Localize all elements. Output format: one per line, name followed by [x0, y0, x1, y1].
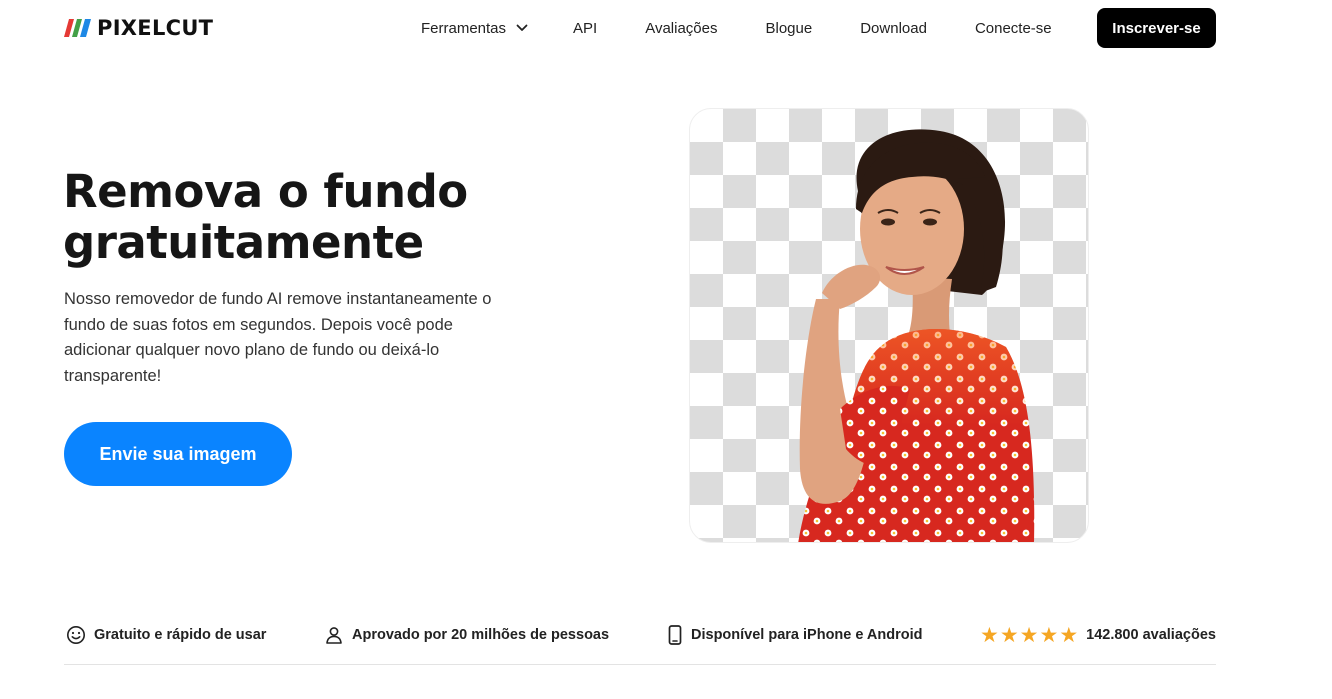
features-bar: Gratuito e rápido de usar Aprovado por 2… — [64, 620, 1216, 650]
nav-link-ferramentas[interactable]: Ferramentas — [421, 20, 528, 37]
nav-link-label: Ferramentas — [421, 19, 507, 37]
logo[interactable]: PIXELCUT — [64, 16, 213, 40]
nav-link-api[interactable]: API — [573, 20, 597, 37]
hero-title: Remova o fundo gratuitamente — [63, 165, 468, 269]
star-icon: ★ — [1059, 623, 1079, 647]
hero-description: Nosso removedor de fundo AI remove insta… — [64, 290, 492, 385]
hero-image-card — [689, 108, 1089, 543]
feature-approved: Aprovado por 20 milhões de pessoas — [324, 620, 609, 650]
brand-name: PIXELCUT — [97, 16, 214, 40]
nav-link-conecte-se[interactable]: Conecte-se — [975, 20, 1052, 37]
feature-label: Gratuito e rápido de usar — [94, 627, 267, 643]
top-navigation: PIXELCUT Ferramentas API Avaliações Blog… — [0, 0, 1332, 56]
feature-free-fast: Gratuito e rápido de usar — [66, 620, 266, 650]
divider — [64, 664, 1216, 665]
feature-available-mobile: Disponível para iPhone e Android — [667, 620, 923, 650]
nav-links: Ferramentas API Avaliações Blogue Downlo… — [421, 0, 1100, 56]
feature-label: Aprovado por 20 milhões de pessoas — [352, 627, 610, 643]
star-icon: ★ — [1039, 623, 1059, 647]
upload-image-button[interactable]: Envie sua imagem — [64, 422, 292, 486]
pixelcut-logo-icon — [64, 19, 91, 37]
woman-cutout-image — [798, 129, 1035, 542]
chevron-down-icon — [516, 24, 528, 31]
star-icon: ★ — [1019, 623, 1039, 647]
feature-label: 142.800 avaliações — [1086, 627, 1216, 643]
signup-button[interactable]: Inscrever-se — [1097, 8, 1216, 48]
star-icon: ★ — [999, 623, 1019, 647]
feature-label: Disponível para iPhone e Android — [691, 627, 923, 643]
phone-icon — [668, 625, 682, 645]
nav-link-download[interactable]: Download — [860, 20, 927, 37]
rating-stars: ★ ★ ★ ★ ★ — [980, 625, 1078, 646]
smile-icon — [67, 626, 85, 644]
user-icon — [326, 627, 342, 644]
nav-link-avaliacoes[interactable]: Avaliações — [645, 20, 717, 37]
star-icon: ★ — [980, 623, 999, 647]
nav-link-blogue[interactable]: Blogue — [766, 20, 813, 37]
feature-rating: ★ ★ ★ ★ ★ 142.800 avaliações — [980, 620, 1216, 650]
